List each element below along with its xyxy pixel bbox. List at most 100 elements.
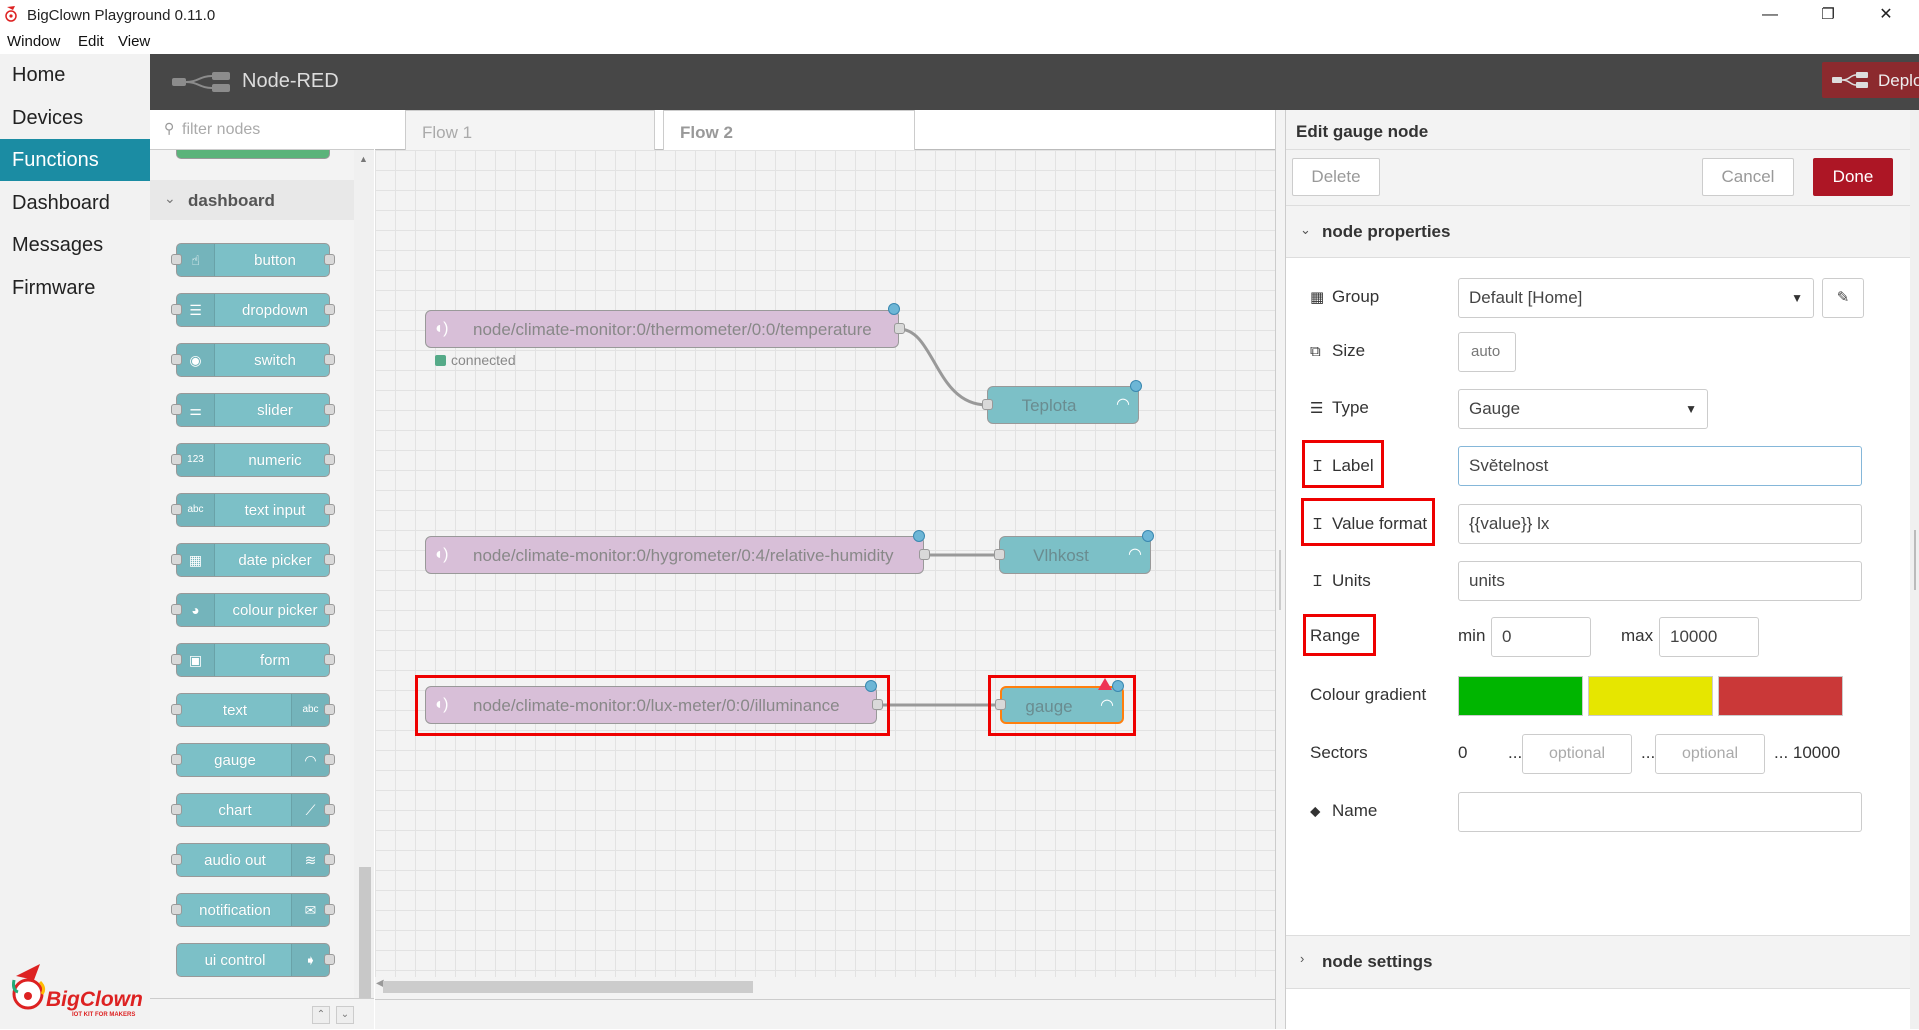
tab-flow-2[interactable]: Flow 2 [663, 110, 915, 151]
palette-node-slider[interactable]: ⚌ slider [171, 393, 335, 427]
workspace-footer-bar [375, 999, 1275, 1029]
nav-home[interactable]: Home [0, 54, 150, 96]
input-port [171, 754, 182, 765]
palette-node-label: button [254, 252, 296, 269]
logo-tagline: IOT KIT FOR MAKERS [72, 1012, 136, 1018]
output-port[interactable] [919, 549, 930, 560]
label-input[interactable]: Světelnost [1458, 446, 1862, 486]
done-button[interactable]: Done [1813, 158, 1893, 196]
filter-nodes-input[interactable]: filter nodes [182, 121, 260, 139]
node-status: connected [435, 352, 516, 368]
gradient-colour-3[interactable] [1718, 676, 1843, 716]
collapse-all-icon[interactable]: ⌃ [312, 1006, 330, 1024]
chevron-down-icon: ⌄ [164, 190, 176, 206]
restore-button[interactable]: ❐ [1800, 0, 1856, 30]
palette-node-chart[interactable]: ⟋ chart [171, 793, 335, 827]
text-cursor-icon: Ｉ [1310, 573, 1326, 590]
edit-group-button[interactable]: ✎ [1822, 278, 1864, 318]
nav-messages[interactable]: Messages [0, 224, 150, 266]
window-titlebar: BigClown Playground 0.11.0 — ❐ ✕ [0, 0, 1919, 30]
nav-functions[interactable]: Functions [0, 139, 150, 181]
palette-node-label: switch [254, 352, 296, 369]
gradient-colour-1[interactable] [1458, 676, 1583, 716]
text-input-icon: abc [177, 494, 215, 526]
gauge-node-vlhkost[interactable]: Vlhkost ◠ [994, 536, 1151, 574]
search-icon: ⚲ [164, 120, 175, 136]
mqtt-in-node-humidity[interactable]: ◖) node/climate-monitor:0/hygrometer/0:4… [425, 536, 930, 574]
palette-node-text[interactable]: abc text [171, 693, 335, 727]
group-label: ▦ Group [1310, 287, 1379, 307]
sector-2-input[interactable]: optional [1655, 734, 1765, 774]
input-port [171, 504, 182, 515]
menu-edit[interactable]: Edit [78, 33, 104, 50]
palette-node-date-picker[interactable]: ▦ date picker [171, 543, 335, 577]
palette-node-gauge[interactable]: ◠ gauge [171, 743, 335, 777]
size-icon: ⧉ [1310, 343, 1321, 360]
palette-node-label: audio out [204, 852, 266, 869]
palette-node-colour-picker[interactable]: ◕ colour picker [171, 593, 335, 627]
units-input[interactable]: units [1458, 561, 1862, 601]
ui-node-label: Vlhkost [1033, 546, 1089, 565]
palette-node-ui-control[interactable]: ➧ ui control [176, 943, 335, 977]
flow-workspace[interactable]: ◖) node/climate-monitor:0/thermometer/0:… [375, 150, 1275, 977]
group-select[interactable]: Default [Home] ▼ [1458, 278, 1814, 318]
calendar-icon: ▦ [177, 544, 215, 576]
size-label-text: Size [1332, 341, 1366, 360]
deploy-button[interactable]: Deploy ▼ [1822, 62, 1919, 98]
edit-panel-scrollbar[interactable] [1910, 110, 1919, 1029]
chevron-down-icon: ⌄ [1300, 222, 1311, 237]
gauge-node-teplota[interactable]: Teplota ◠ [982, 386, 1139, 424]
palette-filter[interactable]: ⚲ filter nodes [150, 110, 374, 150]
range-min-input[interactable]: 0 [1491, 617, 1591, 657]
size-button[interactable]: auto [1458, 332, 1516, 372]
tab-flow-1[interactable]: Flow 1 [405, 110, 655, 150]
palette-node-dropdown[interactable]: ☰ dropdown [171, 293, 335, 327]
scroll-up-icon[interactable]: ▲ [359, 154, 368, 164]
mqtt-in-node-temperature[interactable]: ◖) node/climate-monitor:0/thermometer/0:… [425, 310, 905, 348]
palette-node-switch[interactable]: ◉ switch [171, 343, 335, 377]
palette-node-label: date picker [238, 552, 312, 569]
close-button[interactable]: ✕ [1858, 0, 1914, 30]
input-port [171, 254, 182, 265]
value-format-input[interactable]: {{value}} lx [1458, 504, 1862, 544]
gauge-icon: ◠ [1116, 396, 1130, 413]
menu-window[interactable]: Window [7, 33, 60, 50]
range-max-input[interactable]: 10000 [1659, 617, 1759, 657]
clown-logo-icon [12, 964, 46, 1010]
panel-splitter[interactable] [1275, 110, 1285, 1029]
minimize-button[interactable]: — [1742, 0, 1798, 30]
output-port[interactable] [894, 323, 905, 334]
nav-firmware[interactable]: Firmware [0, 267, 150, 309]
palette-category-dashboard[interactable]: ⌄ dashboard [150, 180, 354, 220]
gradient-colour-2[interactable] [1588, 676, 1713, 716]
node-properties-section[interactable]: ⌄ node properties [1286, 206, 1911, 258]
app-sidebar: Home Devices Functions Dashboard Message… [0, 54, 150, 1029]
palette-node-form[interactable]: ▣ form [171, 643, 335, 677]
delete-button[interactable]: Delete [1292, 158, 1380, 196]
flow-tabs: Flow 1 Flow 2 [375, 110, 1275, 151]
edit-panel-header: Edit gauge node [1286, 110, 1911, 150]
cancel-button[interactable]: Cancel [1702, 158, 1794, 196]
input-port [171, 404, 182, 415]
palette-node-text-input[interactable]: abc text input [171, 493, 335, 527]
palette-node-numeric[interactable]: 123 numeric [171, 443, 335, 477]
palette-scroll-thumb[interactable] [359, 867, 371, 1012]
nav-devices[interactable]: Devices [0, 97, 150, 139]
node-settings-section[interactable]: › node settings [1286, 935, 1911, 989]
palette-node-audio-out[interactable]: ≋ audio out [171, 843, 335, 877]
type-select[interactable]: Gauge ▼ [1458, 389, 1708, 429]
palette-node-notification[interactable]: ✉ notification [171, 893, 335, 927]
sector-1-input[interactable]: optional [1522, 734, 1632, 774]
workspace-hscroll-thumb[interactable] [383, 981, 753, 993]
edit-panel-scroll-thumb[interactable] [1914, 530, 1916, 590]
menu-view[interactable]: View [118, 33, 150, 50]
expand-all-icon[interactable]: ⌄ [336, 1006, 354, 1024]
palette-node-label: form [260, 652, 290, 669]
name-input[interactable] [1458, 792, 1862, 832]
nav-dashboard[interactable]: Dashboard [0, 182, 150, 224]
output-port [324, 854, 335, 865]
palette-scrollbar[interactable]: ▲ ▼ [354, 150, 374, 1030]
hand-pointer-icon: ☝ [177, 244, 215, 276]
palette-node-button[interactable]: ☝ button [171, 243, 335, 277]
splitter-handle[interactable] [1279, 550, 1281, 610]
